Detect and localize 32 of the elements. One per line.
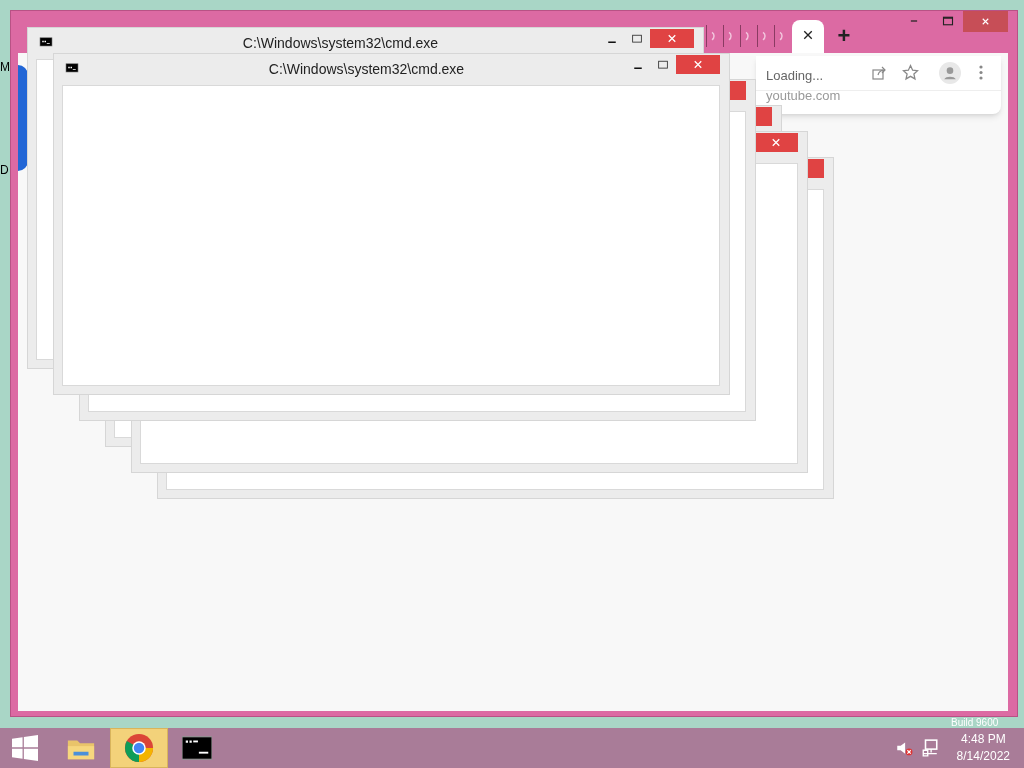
- close-button[interactable]: [676, 55, 720, 74]
- share-icon[interactable]: [871, 65, 887, 81]
- close-icon: [665, 32, 679, 45]
- window-title: C:\Windows\system32\cmd.exe: [241, 34, 440, 53]
- desktop-icon-label: D: [0, 163, 9, 177]
- suggestion-title: Loading...: [766, 67, 824, 85]
- close-icon: [769, 136, 783, 149]
- suggestion-url: youtube.com: [766, 87, 841, 105]
- browser-tab[interactable]: [792, 20, 824, 54]
- window-title: C:\Windows\system32\cmd.exe: [267, 60, 466, 79]
- close-icon: [691, 58, 705, 71]
- clock-time: 4:48 PM: [960, 731, 1006, 748]
- console-icon: [64, 63, 80, 75]
- chrome-icon: [124, 733, 154, 763]
- maximize-icon: [632, 34, 642, 44]
- clock-date: 8/14/2022: [956, 748, 1010, 765]
- desktop-icon-label: M: [0, 60, 10, 74]
- close-icon: [980, 16, 991, 27]
- console-icon: [38, 37, 54, 49]
- taskbar-button[interactable]: [110, 728, 168, 768]
- close-button[interactable]: [754, 133, 798, 152]
- network-icon[interactable]: [920, 739, 939, 757]
- close-button[interactable]: [650, 29, 694, 48]
- maximize-icon: [658, 60, 668, 70]
- profile-icon[interactable]: [939, 62, 961, 84]
- close-icon: [802, 28, 814, 42]
- console-icon: [182, 733, 212, 763]
- windows-start-icon[interactable]: [12, 735, 38, 761]
- new-tab-button[interactable]: +: [834, 24, 854, 48]
- star-icon[interactable]: [902, 64, 919, 81]
- menu-icon[interactable]: [978, 64, 984, 81]
- build-watermark: Build 9600: [951, 718, 999, 728]
